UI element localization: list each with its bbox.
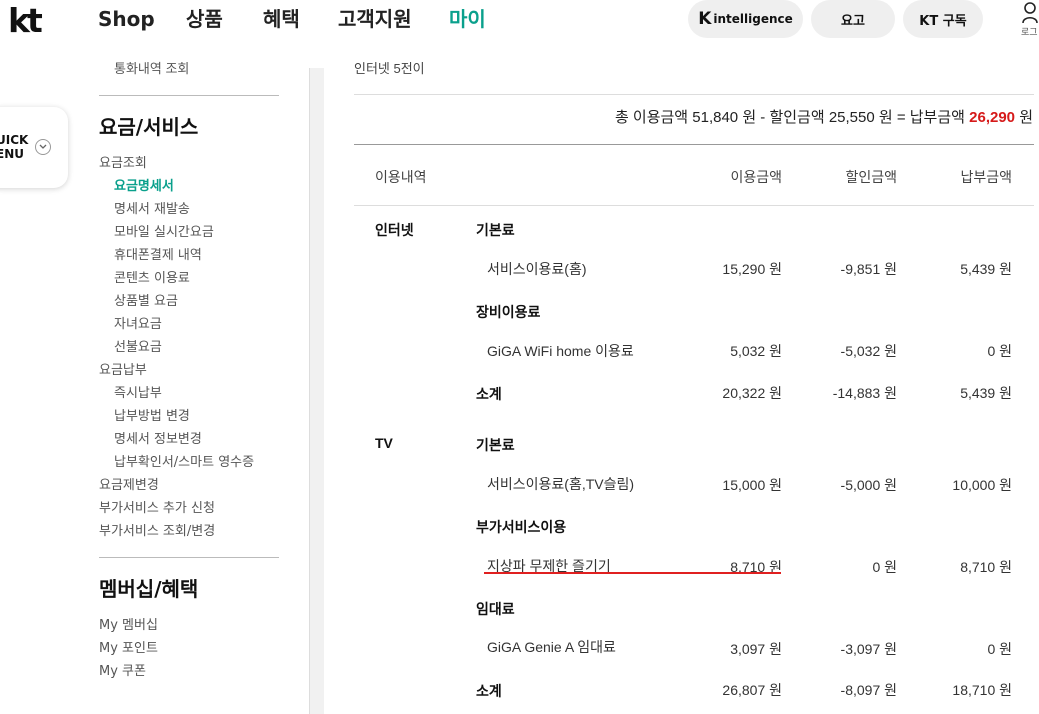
item-name: 서비스이용료(홈) <box>487 261 587 277</box>
sidebar-item-call-history[interactable]: 통화내역 조회 <box>114 58 189 77</box>
quick-menu-label-line2: ENU <box>0 147 24 161</box>
sidebar-divider <box>99 557 279 558</box>
divider <box>354 94 1034 95</box>
usage-amount: 15,000 원 <box>722 477 782 493</box>
group-basic-fee: 기본료 <box>476 437 515 453</box>
sidebar-item-content-fee[interactable]: 콘텐츠 이용료 <box>114 267 190 286</box>
payment-amount: 0 원 <box>987 343 1012 359</box>
subtotal-label: 소계 <box>476 386 502 402</box>
sidebar-item-my-points[interactable]: My 포인트 <box>99 637 158 656</box>
login-label: 로그 <box>1021 27 1038 37</box>
sidebar-section-title-membership: 멤버십/혜택 <box>99 577 199 601</box>
subtotal-label: 소계 <box>476 683 502 699</box>
top-navigation: kt Shop 상품 혜택 고객지원 마이 K intelligence 요고 … <box>0 0 1039 40</box>
discount-amount: -5,032 원 <box>840 343 897 359</box>
sidebar-item-addon-manage[interactable]: 부가서비스 조회/변경 <box>99 520 215 539</box>
sidebar-item-resend-statement[interactable]: 명세서 재발송 <box>114 198 190 217</box>
quick-menu-label: UICK ENU <box>0 133 28 161</box>
sidebar-item-child-fee[interactable]: 자녀요금 <box>114 313 162 332</box>
group-basic-fee: 기본료 <box>476 222 515 238</box>
subtotal-discount-amount: -14,883 원 <box>832 385 897 401</box>
highlight-underline <box>484 572 781 574</box>
usage-amount: 15,290 원 <box>722 261 782 277</box>
sidebar-item-fee-payment[interactable]: 요금납부 <box>99 359 147 378</box>
discount-amount: -9,851 원 <box>840 261 897 277</box>
quick-menu[interactable]: UICK ENU <box>0 107 68 188</box>
subtotal-discount-amount: -8,097 원 <box>840 682 897 698</box>
subtotal-usage-amount: 26,807 원 <box>722 682 782 698</box>
sidebar-item-addon-apply[interactable]: 부가서비스 추가 신청 <box>99 497 215 516</box>
sidebar-section-title-billing: 요금/서비스 <box>99 115 199 139</box>
sidebar-item-prepaid-fee[interactable]: 선불요금 <box>114 336 162 355</box>
payment-amount: 0 원 <box>987 641 1012 657</box>
nav-shop[interactable]: Shop <box>98 6 155 32</box>
sidebar-item-fee-inquiry[interactable]: 요금조회 <box>99 152 147 171</box>
sidebar-item-plan-change[interactable]: 요금제변경 <box>99 474 159 493</box>
column-divider <box>309 68 324 714</box>
usage-amount: 5,032 원 <box>730 343 782 359</box>
item-name: GiGA Genie A 임대료 <box>487 639 616 655</box>
group-equipment-fee: 장비이용료 <box>476 304 541 320</box>
table-header-border <box>354 205 1034 206</box>
sidebar-item-my-coupons[interactable]: My 쿠폰 <box>99 660 146 679</box>
yogo-button[interactable]: 요고 <box>811 0 895 38</box>
quick-menu-label-line1: UICK <box>0 133 29 147</box>
sidebar-item-bill-statement[interactable]: 요금명세서 <box>114 175 174 194</box>
sidebar-item-my-membership[interactable]: My 멤버십 <box>99 614 158 633</box>
table-top-border <box>354 144 1034 145</box>
bill-summary: 총 이용금액 51,840 원 - 할인금액 25,550 원 = 납부금액 2… <box>615 106 1033 127</box>
nav-products[interactable]: 상품 <box>186 6 223 32</box>
k-intelligence-label: intelligence <box>713 12 793 26</box>
payment-amount: 10,000 원 <box>952 477 1012 493</box>
sidebar-item-fee-by-product[interactable]: 상품별 요금 <box>114 290 178 309</box>
sidebar-item-instant-payment[interactable]: 즉시납부 <box>114 382 162 401</box>
category-tv: TV <box>375 435 393 451</box>
payment-amount: 5,439 원 <box>960 261 1012 277</box>
login-button[interactable]: 로그 <box>1018 0 1039 38</box>
chevron-down-icon <box>35 139 51 155</box>
category-internet: 인터넷 <box>375 222 414 238</box>
bill-summary-unit: 원 <box>1015 109 1033 126</box>
section-heading-cut: 인터넷 5전이 <box>354 61 425 76</box>
header-usage-amount: 이용금액 <box>730 169 782 185</box>
item-name: 서비스이용료(홈,TV슬림) <box>487 476 635 492</box>
usage-amount: 3,097 원 <box>730 641 782 657</box>
pay-amount-total: 26,290 <box>969 109 1016 126</box>
sidebar-divider <box>99 95 279 96</box>
payment-amount: 8,710 원 <box>960 559 1012 575</box>
kt-logo[interactable]: kt <box>8 2 43 40</box>
header-usage-detail: 이용내역 <box>375 169 427 185</box>
subtotal-usage-amount: 20,322 원 <box>722 385 782 401</box>
k-intelligence-logo: K <box>698 9 712 29</box>
header-payment-amount: 납부금액 <box>960 169 1012 185</box>
usage-amount: 8,710 원 <box>730 559 782 575</box>
k-intelligence-button[interactable]: K intelligence <box>688 0 803 38</box>
discount-amount: -5,000 원 <box>840 477 897 493</box>
subtotal-payment-amount: 18,710 원 <box>952 682 1012 698</box>
nav-benefits[interactable]: 혜택 <box>263 6 300 32</box>
nav-my[interactable]: 마이 <box>449 6 486 32</box>
discount-amount: 0 원 <box>872 559 897 575</box>
item-name: GiGA WiFi home 이용료 <box>487 343 634 359</box>
subtotal-payment-amount: 5,439 원 <box>960 385 1012 401</box>
sidebar-item-phone-payment-history[interactable]: 휴대폰결제 내역 <box>114 244 202 263</box>
group-rental-fee: 임대료 <box>476 601 515 617</box>
sidebar-item-mobile-realtime-fee[interactable]: 모바일 실시간요금 <box>114 221 214 240</box>
sidebar-item-payment-receipt[interactable]: 납부확인서/스마트 영수증 <box>114 451 254 470</box>
sidebar-item-change-payment-method[interactable]: 납부방법 변경 <box>114 405 190 424</box>
user-icon <box>1022 2 1038 24</box>
bill-summary-text: 총 이용금액 51,840 원 - 할인금액 25,550 원 = 납부금액 <box>614 109 970 126</box>
nav-customer-support[interactable]: 고객지원 <box>338 6 412 32</box>
kt-subscribe-button[interactable]: KT 구독 <box>903 0 983 38</box>
sidebar-item-statement-info-change[interactable]: 명세서 정보변경 <box>114 428 202 447</box>
group-addon-service: 부가서비스이용 <box>476 519 567 535</box>
header-discount-amount: 할인금액 <box>845 169 897 185</box>
discount-amount: -3,097 원 <box>840 641 897 657</box>
